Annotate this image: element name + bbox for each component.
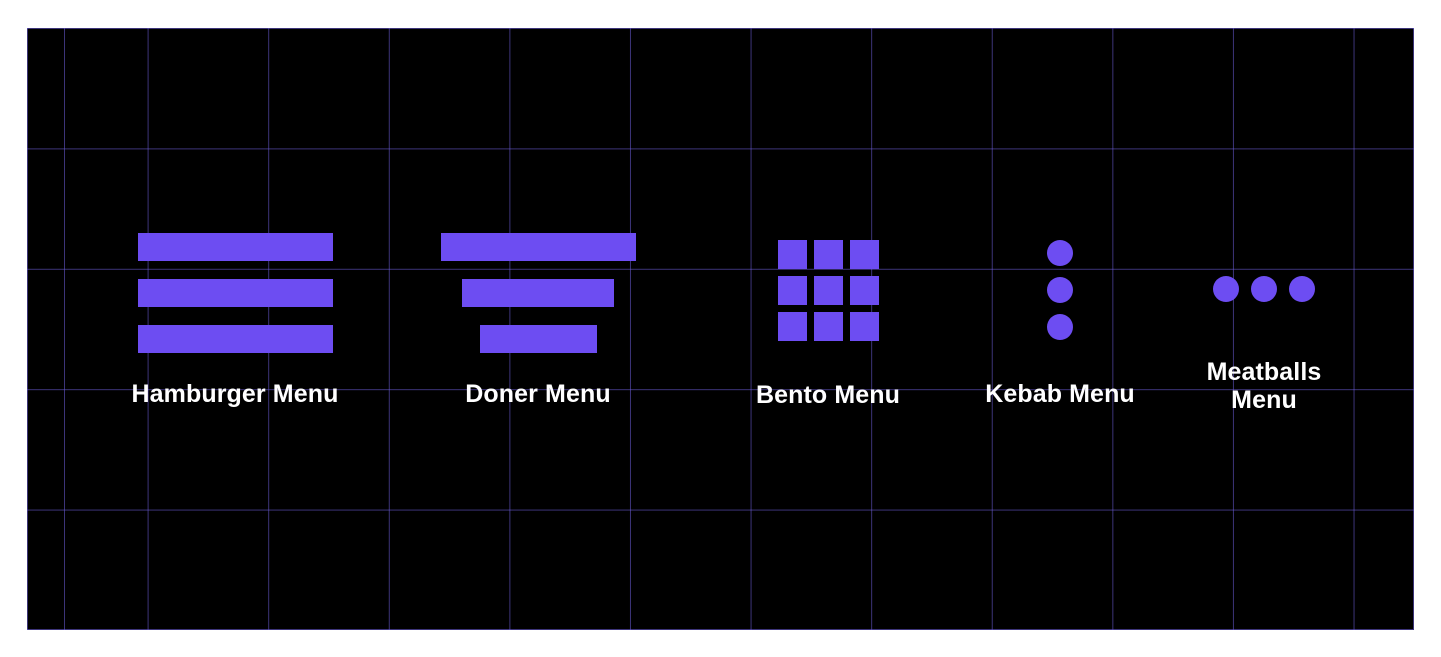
- doner-bar-1: [440, 233, 636, 261]
- bento-cell: [777, 276, 807, 305]
- hamburger-bar-1: [137, 233, 333, 261]
- bento-cell: [777, 312, 807, 341]
- bento-cell: [813, 240, 843, 269]
- bento-cell: [849, 312, 879, 341]
- bento-menu-icon[interactable]: [777, 240, 879, 341]
- bento-cell: [813, 312, 843, 341]
- bento-cell: [777, 240, 807, 269]
- doner-bar-3: [479, 325, 597, 353]
- bento-cell: [849, 276, 879, 305]
- menu-variant-label: Meatballs Menu: [1206, 358, 1322, 414]
- doner-bar-2: [462, 279, 614, 307]
- hamburger-bar-3: [137, 325, 333, 353]
- menu-variant-meatballs[interactable]: Meatballs Menu: [1124, 233, 1404, 414]
- bento-cell: [849, 240, 879, 269]
- meatballs-dot: [1251, 276, 1277, 302]
- menu-variant-label: Kebab Menu: [985, 380, 1135, 408]
- bento-cell: [813, 276, 843, 305]
- kebab-dot: [1047, 240, 1073, 266]
- kebab-menu-icon[interactable]: [1047, 240, 1073, 340]
- hamburger-bar-2: [137, 279, 333, 307]
- meatballs-menu-icon[interactable]: [1213, 276, 1315, 302]
- meatballs-dot: [1213, 276, 1239, 302]
- kebab-dot: [1047, 277, 1073, 303]
- board-panel: Hamburger Menu Doner Menu Bento Menu Keb…: [27, 28, 1414, 630]
- menu-variants-row: Hamburger Menu Doner Menu Bento Menu Keb…: [27, 28, 1414, 630]
- hamburger-menu-icon[interactable]: [137, 233, 333, 353]
- menu-variant-label: Doner Menu: [465, 380, 611, 408]
- kebab-dot: [1047, 314, 1073, 340]
- meatballs-dot: [1289, 276, 1315, 302]
- menu-variant-doner[interactable]: Doner Menu: [368, 233, 708, 408]
- menu-icon-reference-board: Hamburger Menu Doner Menu Bento Menu Keb…: [0, 0, 1441, 657]
- doner-menu-icon[interactable]: [440, 233, 636, 353]
- menu-variant-label: Bento Menu: [755, 381, 901, 409]
- menu-variant-label: Hamburger Menu: [131, 380, 339, 408]
